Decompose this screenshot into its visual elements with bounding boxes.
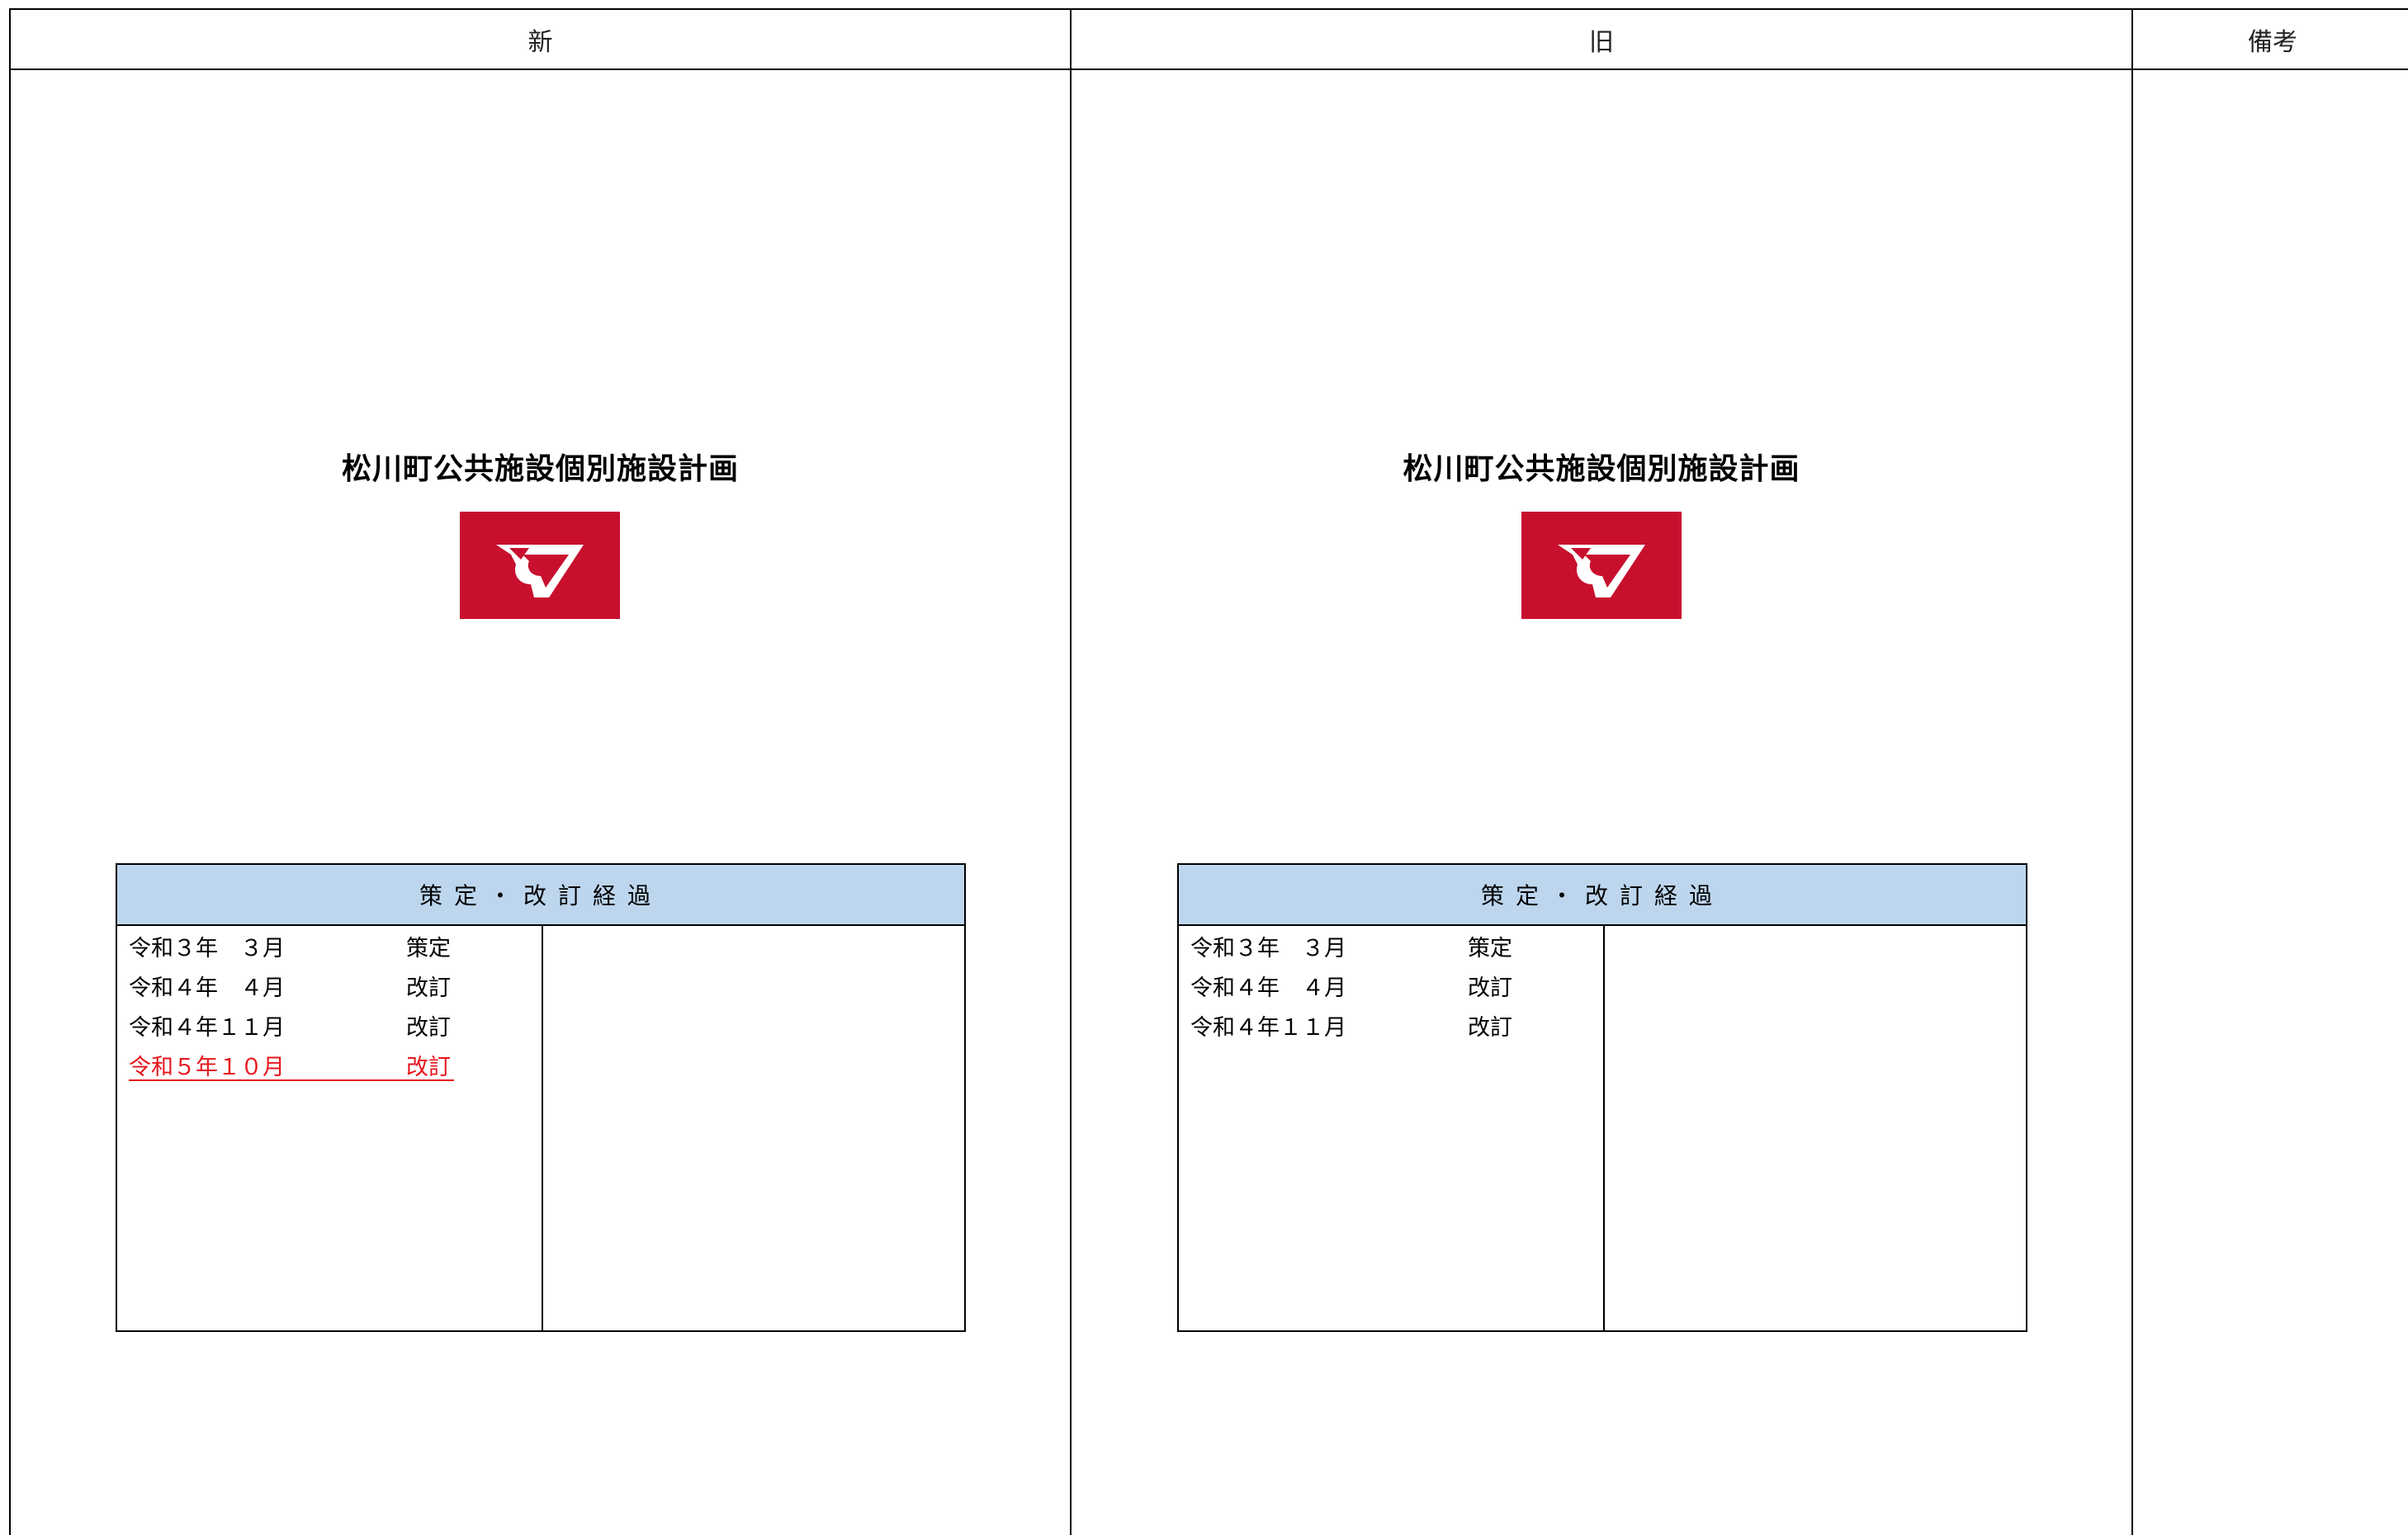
column-divider-old-notes bbox=[2131, 8, 2133, 1535]
history-date: 令和３年 ３月 bbox=[1190, 936, 1346, 961]
change-underline bbox=[129, 1079, 454, 1081]
history-date: 令和３年 ３月 bbox=[129, 936, 285, 961]
old-history-row-2: 令和４年 ４月 改訂 bbox=[1190, 969, 1595, 1008]
new-revision-history-header: 策定・改訂経過 bbox=[117, 865, 964, 926]
history-date: 令和４年１１月 bbox=[1190, 1015, 1346, 1041]
history-action: 改訂 bbox=[1468, 1015, 1512, 1041]
old-history-row-1: 令和３年 ３月 策定 bbox=[1190, 929, 1595, 969]
old-revision-history-box: 策定・改訂経過 令和３年 ３月 策定 令和４年 ４月 改訂 令和４年１１月 改訂 bbox=[1177, 863, 2027, 1332]
old-revision-history-header: 策定・改訂経過 bbox=[1179, 865, 2026, 926]
history-date: 令和４年 ４月 bbox=[129, 975, 285, 1001]
emblem-mark bbox=[1558, 545, 1645, 597]
header-divider bbox=[9, 68, 2408, 70]
history-date: 令和４年 ４月 bbox=[1190, 975, 1346, 1001]
history-date: 令和５年１０月 bbox=[129, 1055, 285, 1080]
column-header-new: 新 bbox=[527, 27, 553, 57]
new-history-row-1: 令和３年 ３月 策定 bbox=[129, 929, 533, 969]
old-history-divider bbox=[1603, 924, 1605, 1330]
history-action: 改訂 bbox=[406, 1055, 451, 1080]
new-revision-history-list: 令和３年 ３月 策定 令和４年 ４月 改訂 令和４年１１月 改訂 令和５年１０月… bbox=[129, 929, 533, 1088]
history-date: 令和４年１１月 bbox=[129, 1015, 285, 1041]
new-history-row-2: 令和４年 ４月 改訂 bbox=[129, 969, 533, 1008]
column-header-notes: 備考 bbox=[2248, 27, 2297, 57]
emblem-mark bbox=[496, 545, 584, 597]
new-plan-title: 松川町公共施設個別施設計画 bbox=[341, 452, 739, 486]
history-action: 改訂 bbox=[406, 975, 451, 1001]
history-action: 改訂 bbox=[1468, 975, 1512, 1001]
old-plan-title: 松川町公共施設個別施設計画 bbox=[1403, 452, 1800, 486]
new-history-divider bbox=[542, 924, 543, 1330]
history-action: 策定 bbox=[1468, 936, 1512, 961]
matsukawa-town-emblem-icon bbox=[460, 512, 620, 619]
history-action: 策定 bbox=[406, 936, 451, 961]
matsukawa-town-emblem-icon bbox=[1521, 512, 1682, 619]
new-revision-history-box: 策定・改訂経過 令和３年 ３月 策定 令和４年 ４月 改訂 令和４年１１月 改訂… bbox=[116, 863, 966, 1332]
new-history-row-3: 令和４年１１月 改訂 bbox=[129, 1008, 533, 1048]
column-header-old: 旧 bbox=[1589, 27, 1614, 57]
column-divider-new-old bbox=[1070, 8, 1072, 1535]
history-action: 改訂 bbox=[406, 1015, 451, 1041]
old-history-row-3: 令和４年１１月 改訂 bbox=[1190, 1008, 1595, 1048]
new-history-row-4-changed: 令和５年１０月 改訂 bbox=[129, 1048, 533, 1088]
old-revision-history-list: 令和３年 ３月 策定 令和４年 ４月 改訂 令和４年１１月 改訂 bbox=[1190, 929, 1595, 1048]
